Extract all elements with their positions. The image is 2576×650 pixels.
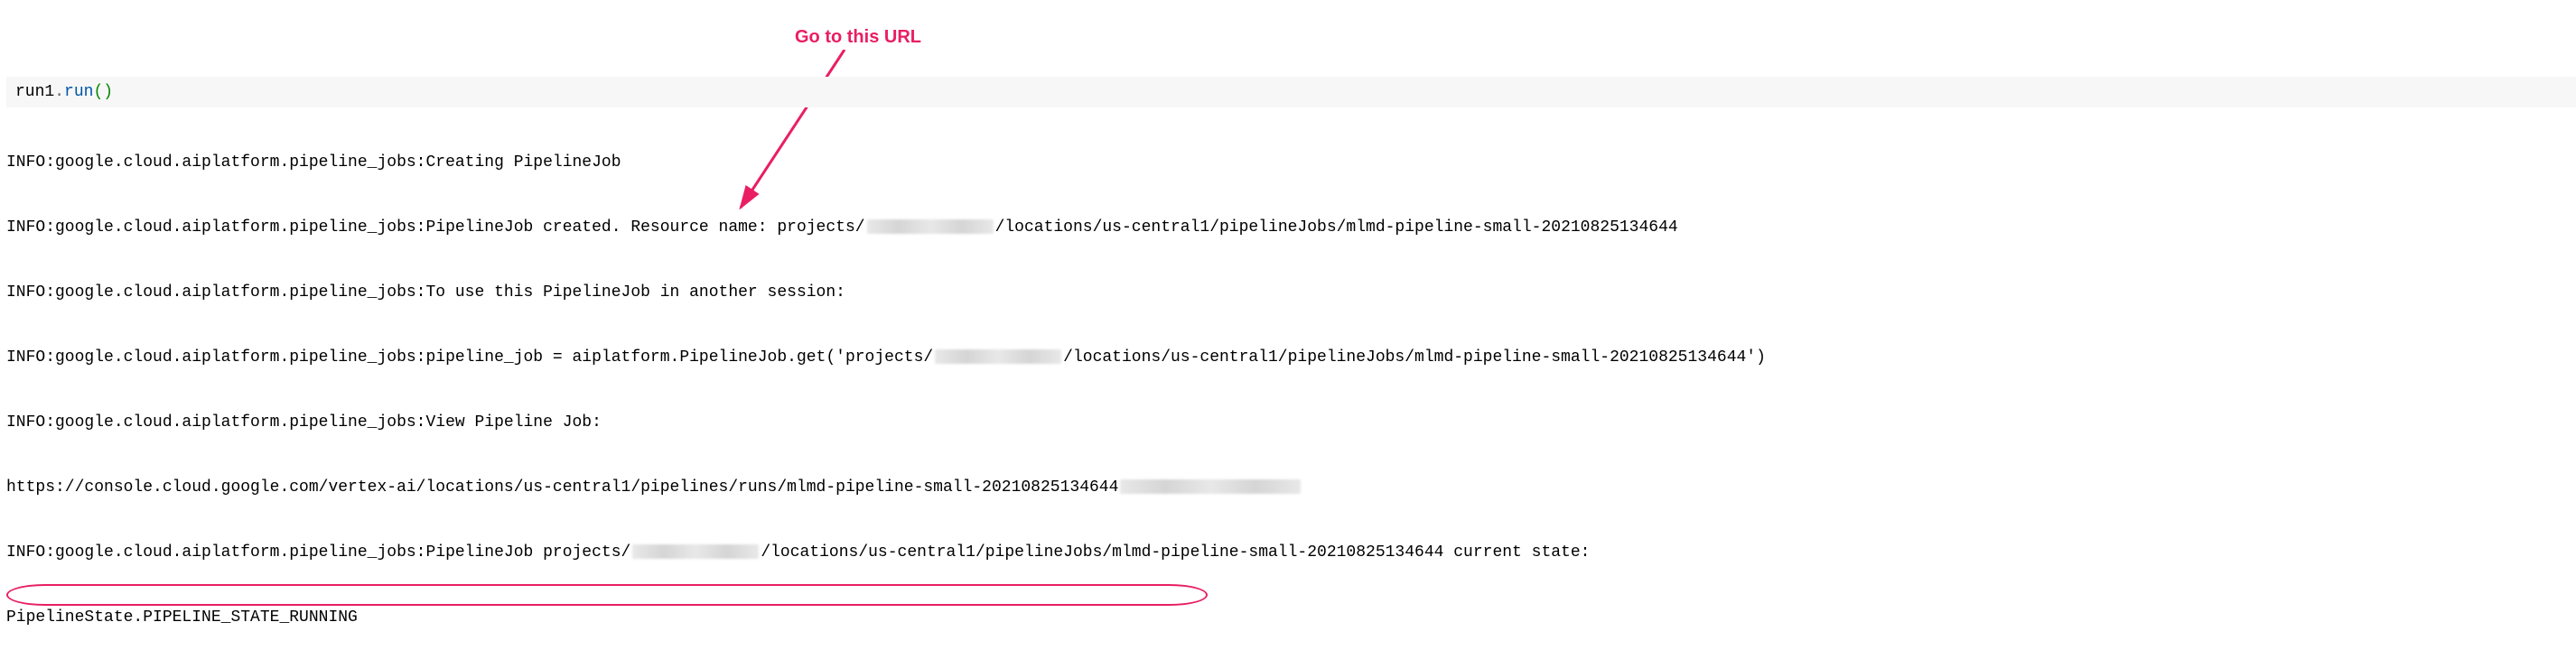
redacted-project-id (632, 544, 759, 559)
log-text: /locations/us-central1/pipelineJobs/mlmd… (995, 218, 1678, 237)
pipeline-url[interactable]: https://console.cloud.google.com/vertex-… (6, 478, 1118, 497)
code-parens: () (93, 83, 113, 101)
code-object: run1 (15, 83, 54, 101)
url-highlight-circle (6, 584, 1208, 606)
log-text: INFO:google.cloud.aiplatform.pipeline_jo… (6, 218, 865, 237)
annotation-label: Go to this URL (795, 27, 921, 48)
log-text: /locations/us-central1/pipelineJobs/mlmd… (1063, 348, 1766, 367)
log-text: INFO:google.cloud.aiplatform.pipeline_jo… (6, 413, 602, 432)
log-line: PipelineState.PIPELINE_STATE_RUNNING (6, 607, 2570, 628)
log-line: INFO:google.cloud.aiplatform.pipeline_jo… (6, 412, 2570, 433)
log-line: INFO:google.cloud.aiplatform.pipeline_jo… (6, 282, 2570, 303)
log-text: PipelineState.PIPELINE_STATE_RUNNING (6, 608, 358, 627)
log-text: INFO:google.cloud.aiplatform.pipeline_jo… (6, 348, 933, 367)
redacted-project-query (1120, 479, 1301, 494)
log-output: INFO:google.cloud.aiplatform.pipeline_jo… (6, 108, 2570, 650)
log-text: INFO:google.cloud.aiplatform.pipeline_jo… (6, 153, 621, 172)
log-line: INFO:google.cloud.aiplatform.pipeline_jo… (6, 347, 2570, 368)
log-text: /locations/us-central1/pipelineJobs/mlmd… (761, 543, 1590, 562)
code-method: run (64, 83, 93, 101)
log-line: INFO:google.cloud.aiplatform.pipeline_jo… (6, 152, 2570, 173)
redacted-project-id (867, 219, 994, 234)
log-text: INFO:google.cloud.aiplatform.pipeline_jo… (6, 283, 845, 302)
code-dot: . (54, 83, 64, 101)
log-line: https://console.cloud.google.com/vertex-… (6, 477, 2570, 498)
log-line: INFO:google.cloud.aiplatform.pipeline_jo… (6, 217, 2570, 238)
code-input-cell: run1.run() (6, 77, 2576, 107)
log-line: INFO:google.cloud.aiplatform.pipeline_jo… (6, 542, 2570, 563)
redacted-project-id (935, 349, 1061, 364)
log-text: INFO:google.cloud.aiplatform.pipeline_jo… (6, 543, 630, 562)
